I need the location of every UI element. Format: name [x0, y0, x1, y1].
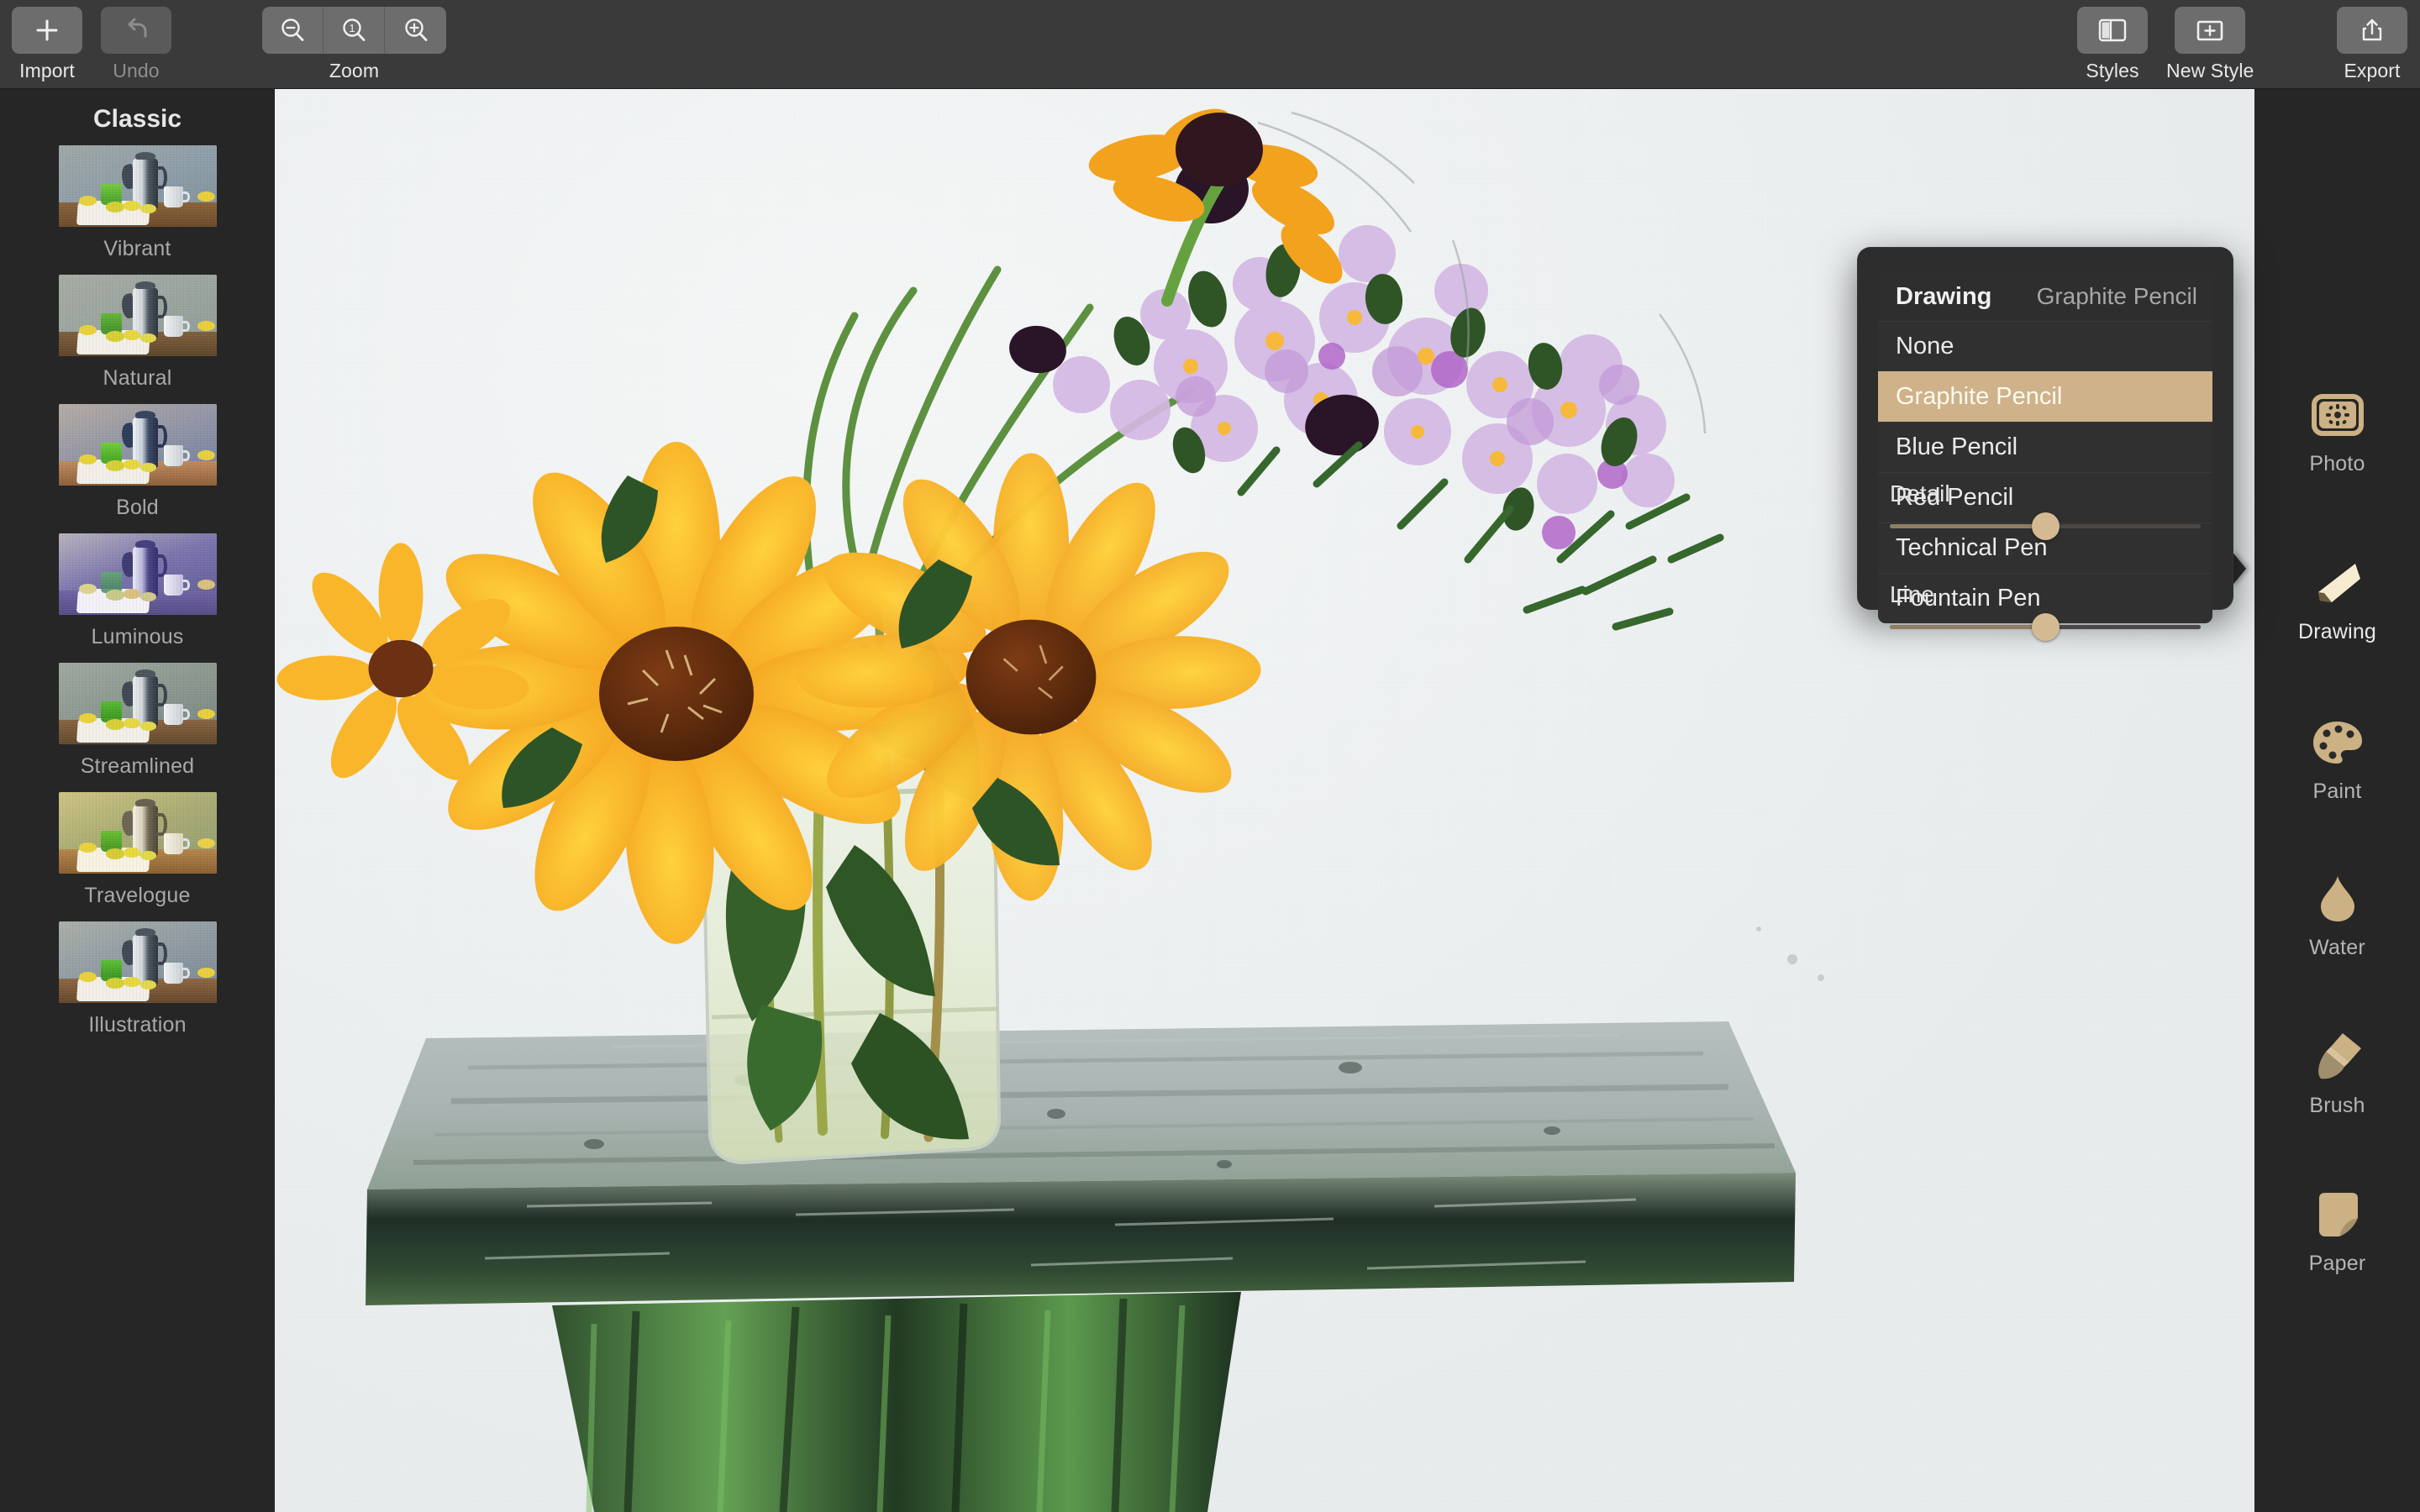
- line-slider-fill: [1890, 625, 2045, 629]
- style-thumbnail: [58, 921, 217, 1003]
- detail-slider-group: Detail: [1890, 480, 2201, 540]
- photo-brightness-icon: [2311, 386, 2364, 444]
- style-preset-luminous[interactable]: Luminous: [0, 533, 275, 649]
- style-preset-label: Natural: [103, 366, 172, 390]
- option-none[interactable]: None: [1878, 321, 2212, 371]
- export-label: Export: [2344, 60, 2401, 81]
- style-preset-natural[interactable]: Natural: [0, 275, 275, 391]
- zoom-actual-size-button[interactable]: 1: [324, 7, 385, 54]
- style-preset-label: Vibrant: [103, 237, 171, 260]
- detail-slider-label: Detail: [1890, 480, 1950, 507]
- zoom-in-button[interactable]: [385, 7, 446, 54]
- import-button[interactable]: [12, 7, 82, 54]
- sidebar-item-photo[interactable]: Photo: [2254, 386, 2420, 476]
- sidebar-item-label: Paper: [2308, 1252, 2366, 1275]
- style-thumbnail: [58, 145, 217, 227]
- popup-header-title: Drawing: [1896, 282, 1992, 310]
- option-graphite-pencil[interactable]: Graphite Pencil: [1878, 371, 2212, 422]
- style-preset-label: Travelogue: [84, 884, 191, 907]
- style-thumbnail: [58, 792, 217, 874]
- zoom-in-magnifier-icon: [404, 18, 427, 41]
- undo-button[interactable]: [101, 7, 171, 54]
- detail-slider-fill: [1890, 524, 2045, 528]
- line-slider-label: Line: [1890, 581, 1934, 607]
- popup-header: Drawing Graphite Pencil: [1878, 272, 2212, 321]
- style-preset-travelogue[interactable]: Travelogue: [0, 792, 275, 908]
- style-preset-streamlined[interactable]: Streamlined: [0, 663, 275, 779]
- app-window: Import Undo 1 Zoom Styles New Style Expo…: [0, 0, 2420, 1512]
- sidebar-item-label: Paint: [2312, 780, 2362, 803]
- paper-curl-icon: [2312, 1186, 2363, 1243]
- sidebar-item-drawing[interactable]: Drawing: [2254, 554, 2420, 644]
- styles-group: Styles: [2077, 7, 2148, 82]
- sidebar-item-paint[interactable]: Paint: [2254, 714, 2420, 804]
- sidebar-item-water[interactable]: Water: [2254, 870, 2420, 960]
- drawing-options-popup: Drawing Graphite Pencil None Graphite Pe…: [1857, 247, 2233, 641]
- paintbrush-icon: [2312, 1028, 2363, 1085]
- style-thumbnail: [58, 275, 217, 356]
- main-toolbar: Import Undo 1 Zoom Styles New Style Expo…: [0, 0, 2420, 89]
- add-style-frame-icon: [2196, 20, 2223, 41]
- export-group: Export: [2337, 7, 2407, 82]
- zoom-out-magnifier-icon: [281, 18, 304, 41]
- style-preset-label: Bold: [116, 496, 159, 519]
- style-preset-illustration[interactable]: Illustration: [0, 921, 275, 1037]
- styles-collection-title: Classic: [92, 105, 182, 133]
- sidebar-item-paper[interactable]: Paper: [2254, 1186, 2420, 1276]
- undo-arrow-icon: [128, 18, 147, 38]
- zoom-actual-size-magnifier-icon: 1: [343, 18, 366, 41]
- popup-header-value: Graphite Pencil: [2036, 283, 2197, 309]
- import-label: Import: [19, 60, 75, 81]
- new-style-group: New Style: [2166, 7, 2254, 82]
- sidebar-item-brush[interactable]: Brush: [2254, 1028, 2420, 1118]
- style-thumbnail: [58, 404, 217, 486]
- style-preset-label: Streamlined: [80, 754, 195, 778]
- pencil-marker-icon: [2312, 554, 2364, 612]
- sidebar-item-label: Water: [2309, 936, 2365, 959]
- option-blue-pencil[interactable]: Blue Pencil: [1878, 422, 2212, 472]
- sidebar-item-label: Drawing: [2297, 620, 2377, 643]
- export-button[interactable]: [2337, 7, 2407, 54]
- zoom-out-button[interactable]: [262, 7, 324, 54]
- zoom-segmented-control: 1: [262, 7, 446, 54]
- share-export-icon: [2362, 18, 2382, 41]
- water-drop-icon: [2317, 870, 2358, 927]
- zoom-label: Zoom: [329, 60, 380, 81]
- style-thumbnail: [58, 663, 217, 744]
- style-preset-label: Luminous: [91, 625, 184, 648]
- zoom-group: 1 Zoom: [262, 7, 446, 82]
- undo-group: Undo: [101, 7, 171, 82]
- sidebar-panel-icon: [2098, 18, 2127, 42]
- line-slider-track[interactable]: [1890, 613, 2201, 641]
- new-style-label: New Style: [2166, 60, 2254, 81]
- styles-label: Styles: [2086, 60, 2139, 81]
- detail-slider-track[interactable]: [1890, 512, 2201, 540]
- line-slider-knob[interactable]: [2032, 613, 2060, 641]
- sidebar-item-label: Photo: [2309, 452, 2365, 475]
- style-preset-vibrant[interactable]: Vibrant: [0, 145, 275, 261]
- undo-label: Undo: [113, 60, 160, 81]
- import-group: Import: [12, 7, 82, 82]
- detail-slider-knob[interactable]: [2032, 512, 2060, 540]
- adjustments-sidebar: Photo Drawing Paint Water Brush Paper: [2254, 89, 2420, 1512]
- line-slider-group: Line: [1890, 581, 2201, 641]
- drawing-options-list: Drawing Graphite Pencil None Graphite Pe…: [1878, 272, 2212, 623]
- style-preset-label: Illustration: [88, 1013, 187, 1037]
- style-preset-bold[interactable]: Bold: [0, 404, 275, 520]
- plus-icon: [36, 19, 58, 41]
- sidebar-item-label: Brush: [2309, 1094, 2365, 1117]
- svg-text:1: 1: [349, 22, 355, 34]
- new-style-button[interactable]: [2175, 7, 2246, 54]
- palette-icon: [2312, 714, 2364, 771]
- styles-sidebar[interactable]: Classic Vibrant Natural Bold Luminous St…: [0, 89, 275, 1512]
- style-thumbnail: [58, 533, 217, 615]
- styles-button[interactable]: [2077, 7, 2148, 54]
